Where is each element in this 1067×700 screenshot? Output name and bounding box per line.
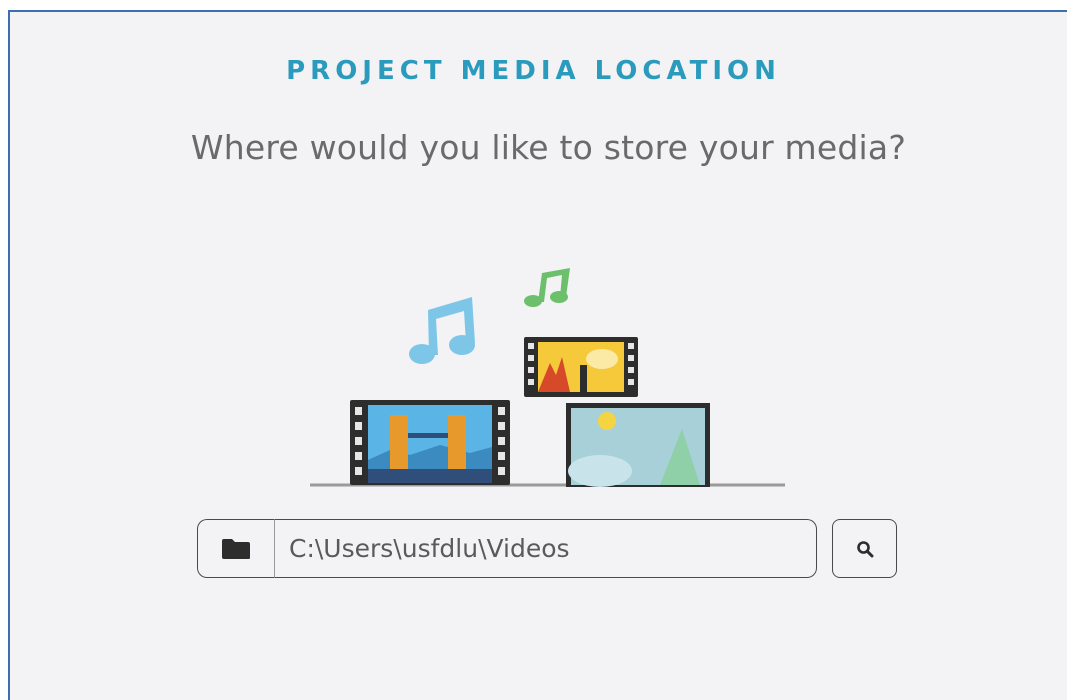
- music-note-blue-icon: [409, 297, 475, 364]
- film-strip-large-icon: [350, 400, 510, 485]
- panel-title: PROJECT MEDIA LOCATION: [286, 56, 781, 86]
- picture-frame-icon: [566, 403, 710, 487]
- folder-icon: [222, 538, 250, 559]
- search-button[interactable]: [832, 519, 897, 578]
- panel-question: Where would you like to store your media…: [190, 128, 907, 167]
- media-path-input[interactable]: [275, 519, 817, 578]
- media-illustration: [310, 268, 785, 487]
- browse-folder-button[interactable]: [197, 519, 275, 578]
- film-strip-small-icon: [524, 337, 638, 397]
- search-icon: [856, 540, 873, 557]
- music-note-green-icon: [524, 268, 570, 307]
